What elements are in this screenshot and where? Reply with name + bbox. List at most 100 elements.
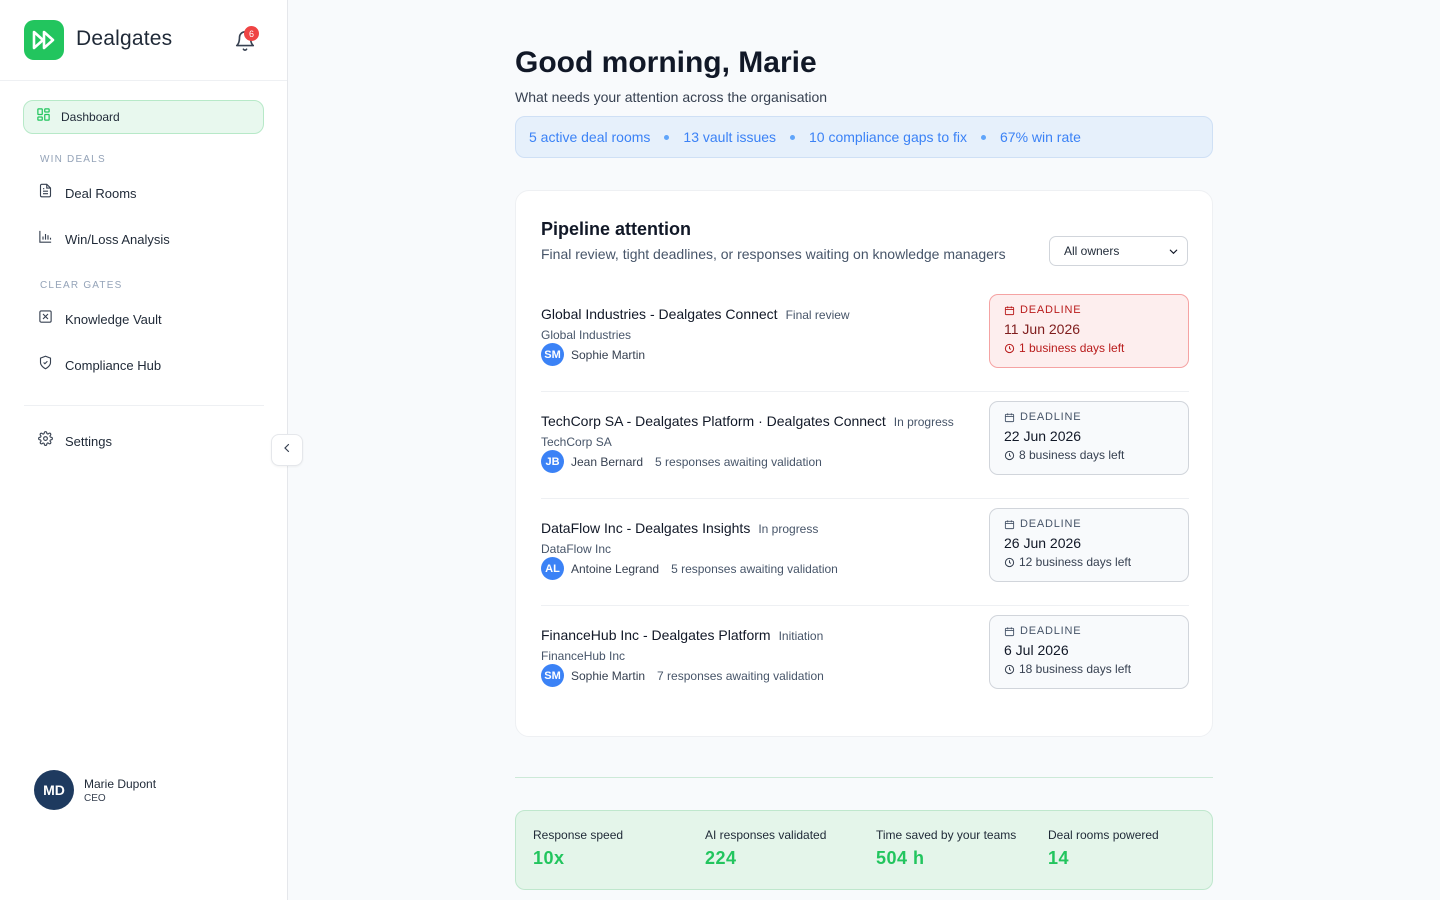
deadline-date: 6 Jul 2026: [1004, 642, 1069, 658]
avatar: MD: [34, 770, 74, 810]
owner-filter-select[interactable]: All owners: [1049, 236, 1188, 266]
awaiting-validation: 5 responses awaiting validation: [671, 561, 838, 576]
days-left: 8 business days left: [1004, 448, 1188, 462]
deal-heading: TechCorp SA - Dealgates Platform · Dealg…: [541, 413, 954, 429]
deadline-card[interactable]: DEADLINE 22 Jun 2026 8 business days lef…: [989, 401, 1189, 475]
nav-section-clear-gates: CLEAR GATES: [40, 280, 123, 291]
avatar: AL: [541, 557, 564, 580]
user-role: CEO: [84, 792, 106, 804]
sidebar-item-dashboard[interactable]: Dashboard: [23, 100, 264, 134]
row-divider: [541, 498, 1189, 499]
deadline-label: DEADLINE: [1004, 625, 1188, 637]
separator-dot: [664, 134, 670, 140]
deal-owner: JB Jean Bernard 5 responses awaiting val…: [541, 450, 822, 473]
brand-name: Dealgates: [76, 27, 173, 50]
stat-ai-responses: AI responses validated 224: [705, 828, 826, 869]
pipeline-subtitle: Final review, tight deadlines, or respon…: [541, 246, 1006, 262]
user-name: Marie Dupont: [84, 776, 157, 791]
sidebar-item-win-loss[interactable]: Win/Loss Analysis: [24, 222, 264, 256]
deal-title[interactable]: Global Industries - Dealgates Connect: [541, 306, 778, 322]
deal-title[interactable]: TechCorp SA - Dealgates Platform · Dealg…: [541, 413, 886, 429]
pipeline-card: Pipeline attention Final review, tight d…: [515, 190, 1213, 737]
user-info: Marie Dupont CEO: [84, 777, 156, 804]
avatar: SM: [541, 664, 564, 687]
stat-value: 504 h: [876, 848, 925, 868]
deadline-date: 22 Jun 2026: [1004, 428, 1082, 444]
clock-icon: [1004, 664, 1015, 674]
deadline-label: DEADLINE: [1004, 518, 1188, 530]
clock-icon: [1004, 343, 1015, 353]
deal-heading: Global Industries - Dealgates Connect Fi…: [541, 306, 850, 322]
awaiting-validation: 7 responses awaiting validation: [657, 668, 824, 683]
summary-win-rate[interactable]: 67% win rate: [1000, 129, 1081, 145]
sidebar-item-settings[interactable]: Settings: [24, 424, 264, 458]
stat-label: Deal rooms powered: [1048, 828, 1159, 842]
vault-icon: [38, 309, 53, 329]
stat-time-saved: Time saved by your teams 504 h: [876, 828, 1016, 869]
stat-value: 224: [705, 848, 737, 868]
deal-title[interactable]: FinanceHub Inc - Dealgates Platform: [541, 627, 771, 643]
owner-name: Jean Bernard: [571, 454, 644, 469]
notification-badge: 6: [244, 26, 259, 41]
stat-label: Time saved by your teams: [876, 828, 1017, 842]
deal-title[interactable]: DataFlow Inc - Dealgates Insights: [541, 520, 750, 536]
impact-stats: Response speed 10x AI responses validate…: [515, 810, 1213, 890]
sidebar-item-label: Deal Rooms: [65, 185, 137, 201]
sidebar-item-knowledge-vault[interactable]: Knowledge Vault: [24, 302, 264, 336]
deal-company: Global Industries: [541, 328, 632, 342]
awaiting-validation: 5 responses awaiting validation: [655, 454, 822, 469]
deal-heading: FinanceHub Inc - Dealgates Platform Init…: [541, 627, 823, 643]
separator-dot: [790, 134, 796, 140]
sidebar-item-label: Settings: [65, 433, 112, 449]
dealgates-logo-icon[interactable]: [24, 20, 64, 60]
stat-value: 10x: [533, 848, 565, 868]
owner-name: Antoine Legrand: [571, 561, 660, 576]
sidebar-item-label: Knowledge Vault: [65, 311, 162, 327]
deal-row[interactable]: FinanceHub Inc - Dealgates Platform Init…: [541, 615, 1189, 734]
summary-active-deal-rooms[interactable]: 5 active deal rooms: [529, 129, 650, 145]
sidebar-item-deal-rooms[interactable]: Deal Rooms: [24, 176, 264, 210]
days-left: 12 business days left: [1004, 555, 1188, 569]
user-profile[interactable]: MD Marie Dupont CEO: [34, 770, 156, 810]
calendar-icon: [1004, 626, 1015, 636]
deadline-card[interactable]: DEADLINE 26 Jun 2026 12 business days le…: [989, 508, 1189, 582]
deal-row[interactable]: Global Industries - Dealgates Connect Fi…: [541, 294, 1189, 413]
shield-icon: [38, 355, 53, 375]
stat-deal-rooms: Deal rooms powered 14: [1048, 828, 1159, 869]
chevron-left-icon: [281, 441, 293, 459]
deadline-label: DEADLINE: [1004, 304, 1188, 316]
owner-name: Sophie Martin: [571, 347, 646, 362]
deal-owner: AL Antoine Legrand 5 responses awaiting …: [541, 557, 838, 580]
sidebar-item-compliance-hub[interactable]: Compliance Hub: [24, 348, 264, 382]
stat-label: AI responses validated: [705, 828, 827, 842]
document-icon: [38, 183, 53, 203]
clock-icon: [1004, 450, 1015, 460]
summary-vault-issues[interactable]: 13 vault issues: [683, 129, 776, 145]
stat-response-speed: Response speed 10x: [533, 828, 623, 869]
nav-divider: [24, 405, 264, 406]
deal-row[interactable]: TechCorp SA - Dealgates Platform · Dealg…: [541, 401, 1189, 520]
calendar-icon: [1004, 519, 1015, 529]
calendar-icon: [1004, 305, 1015, 315]
sidebar-item-label: Win/Loss Analysis: [65, 231, 170, 247]
deadline-date: 11 Jun 2026: [1004, 321, 1081, 337]
grid-icon: [36, 107, 51, 127]
deal-stage: In progress: [758, 522, 819, 536]
days-left: 1 business days left: [1004, 341, 1188, 355]
deal-row[interactable]: DataFlow Inc - Dealgates Insights In pro…: [541, 508, 1189, 627]
deadline-card[interactable]: DEADLINE 6 Jul 2026 18 business days lef…: [989, 615, 1189, 689]
row-divider: [541, 605, 1189, 606]
deal-company: TechCorp SA: [541, 435, 612, 449]
deal-owner: SM Sophie Martin 7 responses awaiting va…: [541, 664, 824, 687]
deadline-date: 26 Jun 2026: [1004, 535, 1082, 551]
sidebar-item-label: Dashboard: [61, 110, 120, 124]
bar-chart-icon: [38, 229, 53, 249]
collapse-sidebar-button[interactable]: [271, 434, 303, 466]
deal-stage: Initiation: [778, 629, 824, 643]
page-subtitle: What needs your attention across the org…: [515, 89, 828, 105]
stat-label: Response speed: [533, 828, 624, 842]
deal-company: FinanceHub Inc: [541, 649, 626, 663]
deal-company: DataFlow Inc: [541, 542, 612, 556]
deadline-card[interactable]: DEADLINE 11 Jun 2026 1 business days lef…: [989, 294, 1189, 368]
summary-compliance-gaps[interactable]: 10 compliance gaps to fix: [809, 129, 967, 145]
